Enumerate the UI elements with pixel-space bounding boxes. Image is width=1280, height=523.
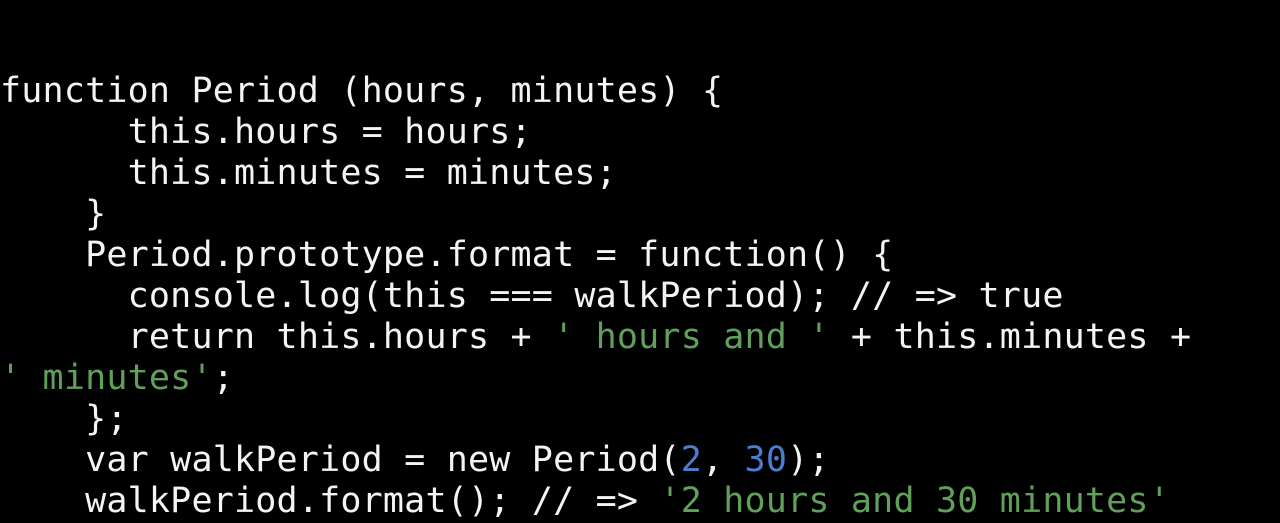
code-token-plain: Period.prototype.format = function() { <box>85 235 894 275</box>
code-token-plain: console.log(this === walkPeriod); <box>127 276 851 316</box>
code-token-string: ' minutes' <box>0 358 213 398</box>
code-token-plain: ; <box>212 358 234 398</box>
code-token-comment: // => true <box>850 276 1064 316</box>
code-token-plain: }; <box>85 399 128 439</box>
code-token-string: ' hours and ' <box>553 317 830 357</box>
code-token-number: 2 <box>680 440 702 480</box>
code-token-plain: var walkPeriod = new Period( <box>85 440 681 480</box>
code-line: }; <box>0 399 1280 440</box>
code-token-plain: function Period (hours, minutes) { <box>0 71 724 111</box>
code-block: function Period (hours, minutes) { this.… <box>0 71 1280 522</box>
code-line: this.minutes = minutes; <box>0 153 1280 194</box>
code-token-plain: this.minutes = minutes; <box>127 153 617 193</box>
code-line: ' minutes'; <box>0 358 1280 399</box>
code-token-plain: walkPeriod.format(); <box>85 481 532 521</box>
code-token-plain: , <box>702 440 745 480</box>
code-line: walkPeriod.format(); // => '2 hours and … <box>0 481 1280 522</box>
code-token-plain: return this.hours + <box>127 317 554 357</box>
code-line: this.hours = hours; <box>0 112 1280 153</box>
code-line: } <box>0 194 1280 235</box>
code-line: var walkPeriod = new Period(2, 30); <box>0 440 1280 481</box>
code-token-comment: // => <box>531 481 660 521</box>
code-token-plain: this.hours = hours; <box>127 112 532 152</box>
code-line: function Period (hours, minutes) { <box>0 71 1280 112</box>
code-slide: function Period (hours, minutes) { this.… <box>0 0 1280 523</box>
code-line: Period.prototype.format = function() { <box>0 235 1280 276</box>
code-line: return this.hours + ' hours and ' + this… <box>0 317 1280 358</box>
code-token-string: '2 hours and 30 minutes' <box>659 481 1170 521</box>
code-line: console.log(this === walkPeriod); // => … <box>0 276 1280 317</box>
code-token-plain: ); <box>787 440 830 480</box>
code-token-plain: } <box>85 194 107 234</box>
code-token-plain: + this.minutes + <box>829 317 1192 357</box>
code-token-number: 30 <box>744 440 788 480</box>
